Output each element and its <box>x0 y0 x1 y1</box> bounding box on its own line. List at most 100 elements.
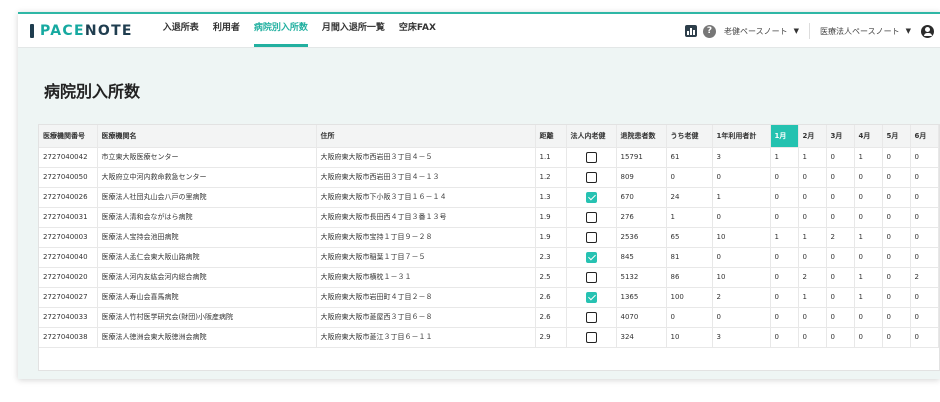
cell-distance: 2.6 <box>535 307 567 328</box>
cell-distance: 2.5 <box>535 267 567 288</box>
nav-monthly-list[interactable]: 月間入退所一覧 <box>322 13 385 47</box>
in-corp-checkbox[interactable] <box>585 311 597 323</box>
col-header-month-2[interactable]: 2月 <box>798 125 827 148</box>
cell-address: 大阪府東大阪市稲葉１丁目７－５ <box>316 247 536 268</box>
cell-month-5: 0 <box>882 267 911 288</box>
cell-address: 大阪府東大阪市長田西４丁目３番１３号 <box>316 207 536 228</box>
cell-month-5: 0 <box>882 327 911 348</box>
cell-roken: 61 <box>666 147 713 168</box>
in-corp-checkbox[interactable] <box>585 271 597 283</box>
in-corp-checkbox-checked[interactable] <box>585 191 597 203</box>
table-row[interactable]: 2727040027 医療法人寿山会喜馬病院 大阪府東大阪市岩田町４丁目２－８ 2.6… <box>39 287 939 308</box>
nav-hospital-admissions[interactable]: 病院別入所数 <box>253 13 308 47</box>
col-header-year-total[interactable]: 1年利用者計 <box>712 125 771 148</box>
in-corp-checkbox[interactable] <box>585 171 597 183</box>
in-corp-checkbox[interactable] <box>585 151 597 163</box>
cell-name: 医療法人徳洲会東大阪徳洲会病院 <box>97 327 317 348</box>
table-row[interactable]: 2727040038 医療法人徳洲会東大阪徳洲会病院 大阪府東大阪市菱江３丁目６－１… <box>39 327 939 348</box>
cell-year-total: 2 <box>712 287 771 308</box>
cell-month-3: 0 <box>826 267 855 288</box>
table-row[interactable]: 2727040042 市立東大阪医療センター 大阪府東大阪市西岩田３丁目４－５ 1.1… <box>39 147 939 168</box>
col-header-in-corp[interactable]: 法人内老健 <box>566 125 617 148</box>
facility-selector[interactable]: 老健ペースノート ▼ <box>724 26 799 37</box>
cell-roken: 10 <box>666 327 713 348</box>
col-header-distance[interactable]: 距離 <box>535 125 567 148</box>
cell-month-1: 0 <box>770 267 799 288</box>
table-header-row: 医療機関番号 医療機関名 住所 距離 法人内老健 退院患者数 うち老健 1年利用… <box>39 125 939 148</box>
chart-icon[interactable] <box>685 25 697 37</box>
table-row[interactable]: 2727040026 医療法人社団丸山会八戸の里病院 大阪府東大阪市下小阪３丁目１６… <box>39 187 939 208</box>
cell-month-3: 0 <box>826 327 855 348</box>
cell-in-corp <box>566 207 617 228</box>
cell-name: 医療法人社団丸山会八戸の里病院 <box>97 187 317 208</box>
cell-month-6: 0 <box>910 147 939 168</box>
cell-month-6: 0 <box>910 167 939 188</box>
cell-month-2: 0 <box>798 327 827 348</box>
cell-month-2: 1 <box>798 287 827 308</box>
in-corp-checkbox-checked[interactable] <box>585 291 597 303</box>
cell-month-4: 1 <box>854 267 883 288</box>
cell-roken: 86 <box>666 267 713 288</box>
logo-pace: PACE <box>40 22 85 39</box>
cell-distance: 1.3 <box>535 187 567 208</box>
cell-address: 大阪府東大阪市宝持１丁目９－２８ <box>316 227 536 248</box>
cell-name: 医療法人宝持会池田病院 <box>97 227 317 248</box>
cell-roken: 0 <box>666 167 713 188</box>
table-row[interactable]: 2727040020 医療法人河内友紘会河内総合病院 大阪府東大阪市横枕１－３１ 2.… <box>39 267 939 288</box>
cell-distance: 1.1 <box>535 147 567 168</box>
cell-discharged: 276 <box>616 207 667 228</box>
cell-address: 大阪府東大阪市横枕１－３１ <box>316 267 536 288</box>
cell-discharged: 4070 <box>616 307 667 328</box>
in-corp-checkbox[interactable] <box>585 211 597 223</box>
cell-roken: 0 <box>666 307 713 328</box>
col-header-month-4[interactable]: 4月 <box>854 125 883 148</box>
table-row[interactable]: 2727040040 医療法人孟仁会東大阪山路病院 大阪府東大阪市稲葉１丁目７－５ 2… <box>39 247 939 268</box>
cell-name: 医療法人河内友紘会河内総合病院 <box>97 267 317 288</box>
page-title: 病院別入所数 <box>44 82 141 101</box>
table-row[interactable]: 2727040003 医療法人宝持会池田病院 大阪府東大阪市宝持１丁目９－２８ 1.9… <box>39 227 939 248</box>
cell-month-4: 0 <box>854 327 883 348</box>
cell-month-5: 0 <box>882 247 911 268</box>
cell-in-corp <box>566 307 617 328</box>
col-header-month-1[interactable]: 1月 <box>770 125 799 148</box>
cell-code: 2727040040 <box>39 247 98 268</box>
col-header-discharged[interactable]: 退院患者数 <box>616 125 667 148</box>
cell-in-corp <box>566 327 617 348</box>
help-icon[interactable]: ? <box>703 24 716 38</box>
col-header-month-5[interactable]: 5月 <box>882 125 911 148</box>
cell-month-2: 0 <box>798 307 827 328</box>
pacenote-logo[interactable]: PACENOTE <box>30 23 133 39</box>
nav-users[interactable]: 利用者 <box>213 13 240 47</box>
cell-month-4: 1 <box>854 287 883 308</box>
col-header-roken[interactable]: うち老健 <box>666 125 713 148</box>
col-header-code[interactable]: 医療機関番号 <box>39 125 98 148</box>
cell-month-1: 0 <box>770 327 799 348</box>
cell-month-6: 0 <box>910 187 939 208</box>
cell-distance: 1.9 <box>535 227 567 248</box>
in-corp-checkbox[interactable] <box>585 231 597 243</box>
chevron-down-icon: ▼ <box>793 27 799 35</box>
in-corp-checkbox-checked[interactable] <box>585 251 597 263</box>
cell-month-5: 0 <box>882 287 911 308</box>
cell-address: 大阪府東大阪市西岩田３丁目４－１３ <box>316 167 536 188</box>
nav-nyutaisho-table[interactable]: 入退所表 <box>163 13 199 47</box>
corporation-selector[interactable]: 医療法人ペースノート ▼ <box>820 26 911 37</box>
cell-month-3: 0 <box>826 207 855 228</box>
user-account-icon[interactable] <box>921 24 934 38</box>
cell-month-2: 0 <box>798 207 827 228</box>
col-header-address[interactable]: 住所 <box>316 125 536 148</box>
cell-month-3: 0 <box>826 147 855 168</box>
nav-vacancy-fax[interactable]: 空床FAX <box>399 13 436 47</box>
table-row[interactable]: 2727040050 大阪府立中河内救命救急センター 大阪府東大阪市西岩田３丁目４－… <box>39 167 939 188</box>
table-row[interactable]: 2727040033 医療法人竹村医学研究会(財団)小阪産病院 大阪府東大阪市菱屋西… <box>39 307 939 328</box>
cell-name: 医療法人竹村医学研究会(財団)小阪産病院 <box>97 307 317 328</box>
col-header-name[interactable]: 医療機関名 <box>97 125 317 148</box>
cell-roken: 1 <box>666 207 713 228</box>
col-header-month-3[interactable]: 3月 <box>826 125 855 148</box>
cell-distance: 1.9 <box>535 207 567 228</box>
cell-name: 市立東大阪医療センター <box>97 147 317 168</box>
in-corp-checkbox[interactable] <box>585 331 597 343</box>
cell-month-2: 1 <box>798 147 827 168</box>
col-header-month-6[interactable]: 6月 <box>910 125 939 148</box>
table-row[interactable]: 2727040031 医療法人清和会ながはら病院 大阪府東大阪市長田西４丁目３番１３… <box>39 207 939 228</box>
